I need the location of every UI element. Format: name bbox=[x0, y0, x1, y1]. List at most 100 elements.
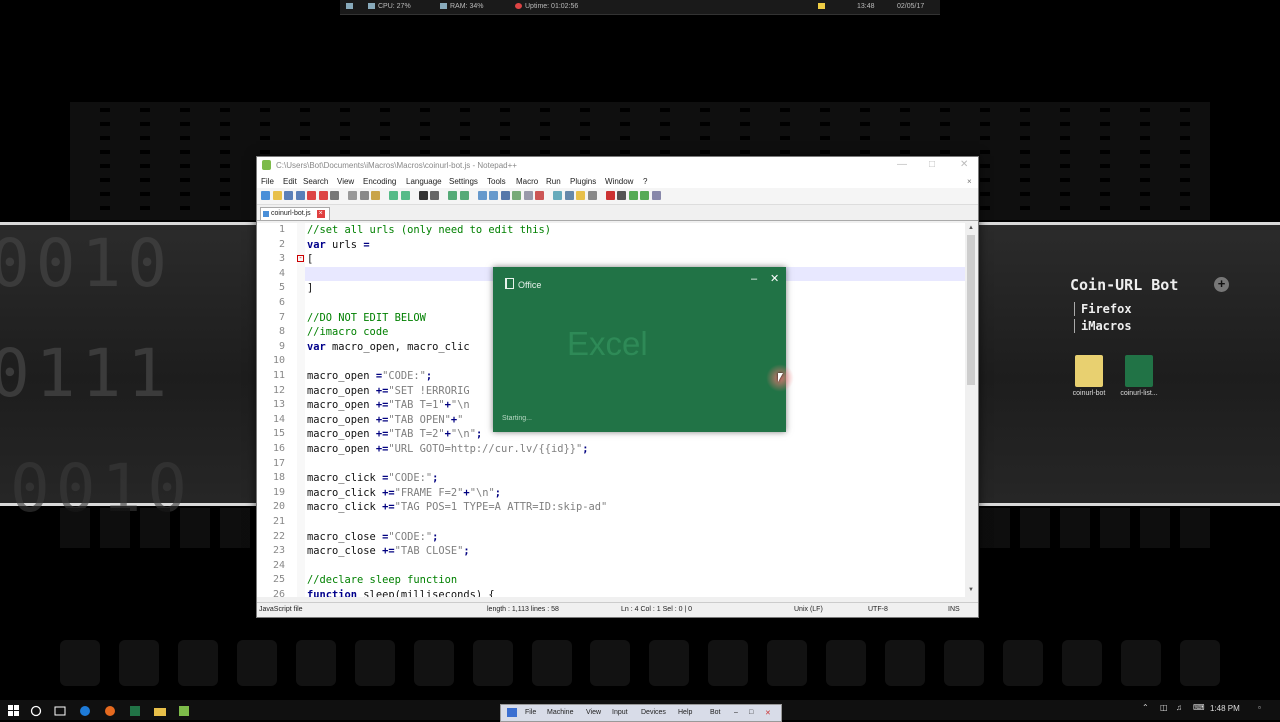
line-number: 15 bbox=[272, 428, 285, 440]
toolbar-folder-icon[interactable] bbox=[576, 191, 585, 200]
toolbar-doc-map-icon[interactable] bbox=[553, 191, 562, 200]
toolbar-indent-guide-icon[interactable] bbox=[523, 191, 533, 200]
keyboard-icon[interactable]: ⌨ bbox=[1193, 703, 1205, 712]
toolbar-udl-icon[interactable] bbox=[535, 191, 544, 200]
toolbar-func-list-icon[interactable] bbox=[564, 191, 574, 200]
close-button[interactable]: ✕ bbox=[960, 159, 968, 170]
code-line: macro_open +="TAB T=1"+"\n bbox=[307, 399, 470, 412]
toolbar-print-icon[interactable] bbox=[330, 191, 339, 200]
menu-language[interactable]: Language bbox=[406, 177, 442, 186]
toolbar-zoom-out-icon[interactable] bbox=[459, 191, 469, 200]
network-icon[interactable]: ◫ bbox=[1160, 703, 1168, 712]
menu-encoding[interactable]: Encoding bbox=[363, 177, 396, 186]
menu-edit[interactable]: Edit bbox=[283, 177, 297, 186]
desktop-icon-coinurl-bot[interactable]: coinurl-bot bbox=[1066, 355, 1112, 397]
line-number: 16 bbox=[272, 443, 285, 454]
tab-coinurl-bot[interactable]: coinurl-bot.js × bbox=[260, 207, 330, 220]
toolbar-play-multi-icon[interactable] bbox=[640, 191, 649, 200]
toolbar-wrap-icon[interactable] bbox=[500, 191, 510, 200]
vbox-menu-input[interactable]: Input bbox=[612, 709, 628, 716]
status-position: Ln : 4 Col : 1 Sel : 0 | 0 bbox=[621, 606, 693, 613]
toolbar-record-icon[interactable] bbox=[605, 191, 615, 200]
widget-item-imacros[interactable]: iMacros bbox=[1074, 319, 1132, 333]
status-eol: Unix (LF) bbox=[794, 606, 823, 613]
search-icon[interactable] bbox=[30, 704, 42, 717]
toolbar-stop-icon[interactable] bbox=[617, 191, 626, 200]
desktop-icon-label: coinurl-bot bbox=[1072, 390, 1106, 397]
menu-search[interactable]: Search bbox=[303, 177, 328, 186]
menu-run[interactable]: Run bbox=[546, 177, 561, 186]
vbox-menu-file[interactable]: File bbox=[525, 709, 536, 716]
toolbar-open-icon[interactable] bbox=[272, 191, 282, 200]
menu-plugins[interactable]: Plugins bbox=[570, 177, 596, 186]
toolbar-find-icon[interactable] bbox=[418, 191, 428, 200]
scrollbar-thumb[interactable] bbox=[967, 235, 975, 385]
vbox-menu-view[interactable]: View bbox=[586, 709, 601, 716]
line-number: 20 bbox=[272, 501, 285, 513]
close-document-icon[interactable]: × bbox=[967, 177, 972, 186]
line-number: 13 bbox=[272, 399, 285, 411]
splash-minimize-button[interactable]: – bbox=[751, 273, 757, 285]
vbox-menu-machine[interactable]: Machine bbox=[547, 709, 573, 716]
maximize-button[interactable]: □ bbox=[929, 159, 935, 170]
volume-icon[interactable]: ♫ bbox=[1176, 703, 1182, 712]
toolbar-close-icon[interactable] bbox=[307, 191, 316, 200]
toolbar-undo-icon[interactable] bbox=[389, 191, 398, 200]
notepadpp-taskbar-icon[interactable] bbox=[178, 704, 190, 716]
windows-start-icon[interactable] bbox=[8, 704, 20, 716]
wallpaper-logo-row bbox=[60, 640, 1220, 695]
excel-taskbar-icon[interactable] bbox=[129, 704, 141, 716]
vertical-scrollbar[interactable]: ▲ ▼ bbox=[965, 223, 977, 597]
toolbar-zoom-in-icon[interactable] bbox=[448, 191, 457, 200]
vbox-close-icon[interactable]: ✕ bbox=[765, 709, 771, 717]
toolbar-play-icon[interactable] bbox=[628, 191, 638, 200]
vbox-restore-icon[interactable]: □ bbox=[749, 709, 753, 716]
line-number: 5 bbox=[278, 282, 285, 294]
mouse-cursor-icon bbox=[778, 373, 783, 382]
toolbar-new-icon[interactable] bbox=[261, 191, 270, 200]
toolbar-sync-v-icon[interactable] bbox=[477, 191, 487, 200]
toolbar-monitor-icon[interactable] bbox=[587, 191, 597, 200]
menu-help[interactable]: ? bbox=[643, 177, 647, 186]
toolbar-replace-icon[interactable] bbox=[430, 191, 439, 200]
edge-icon[interactable] bbox=[79, 704, 91, 716]
file-explorer-icon[interactable] bbox=[154, 704, 166, 716]
scroll-down-icon[interactable]: ▼ bbox=[968, 587, 974, 593]
tray-chevron-icon[interactable]: ⌃ bbox=[1142, 703, 1149, 712]
menu-view[interactable]: View bbox=[337, 177, 354, 186]
widget-item-firefox[interactable]: Firefox bbox=[1074, 302, 1132, 316]
menu-settings[interactable]: Settings bbox=[449, 177, 478, 186]
firefox-icon[interactable] bbox=[104, 704, 116, 716]
toolbar-copy-icon[interactable] bbox=[359, 191, 369, 200]
vbox-minimize-icon[interactable]: – bbox=[734, 709, 738, 716]
menu-macro[interactable]: Macro bbox=[516, 177, 538, 186]
minimize-button[interactable]: — bbox=[897, 159, 907, 170]
taskbar-clock[interactable]: 1:48 PM bbox=[1210, 704, 1240, 713]
task-view-icon[interactable] bbox=[54, 704, 66, 716]
toolbar-sync-h-icon[interactable] bbox=[489, 191, 498, 200]
toolbar-save-icon[interactable] bbox=[284, 191, 293, 200]
scroll-up-icon[interactable]: ▲ bbox=[968, 225, 974, 231]
desktop-icon-label: coinurl-list... bbox=[1120, 390, 1158, 397]
toolbar-redo-icon[interactable] bbox=[400, 191, 410, 200]
toolbar-close-all-icon[interactable] bbox=[318, 191, 328, 200]
toolbar-cut-icon[interactable] bbox=[348, 191, 357, 200]
fold-toggle-icon[interactable]: - bbox=[297, 255, 304, 262]
window-titlebar[interactable]: C:\Users\Bot\Documents\iMacros\Macros\co… bbox=[257, 157, 978, 174]
tab-close-icon[interactable]: × bbox=[316, 210, 325, 218]
toolbar-show-all-icon[interactable] bbox=[512, 191, 521, 200]
desktop-icon-coinurl-list[interactable]: coinurl-list... bbox=[1116, 355, 1162, 397]
widget-add-icon[interactable]: + bbox=[1214, 277, 1229, 292]
vbox-menu-help[interactable]: Help bbox=[678, 709, 692, 716]
code-line: ] bbox=[307, 282, 314, 295]
vbox-menu-devices[interactable]: Devices bbox=[641, 709, 666, 716]
menu-tools[interactable]: Tools bbox=[487, 177, 506, 186]
notifications-icon[interactable]: ▫ bbox=[1258, 703, 1261, 712]
line-number: 22 bbox=[272, 530, 285, 542]
menu-window[interactable]: Window bbox=[605, 177, 633, 186]
menu-file[interactable]: File bbox=[261, 177, 274, 186]
toolbar-save-all-icon[interactable] bbox=[295, 191, 305, 200]
splash-close-button[interactable]: ✕ bbox=[770, 272, 779, 285]
toolbar-save-macro-icon[interactable] bbox=[651, 191, 661, 200]
toolbar-paste-icon[interactable] bbox=[371, 191, 380, 200]
